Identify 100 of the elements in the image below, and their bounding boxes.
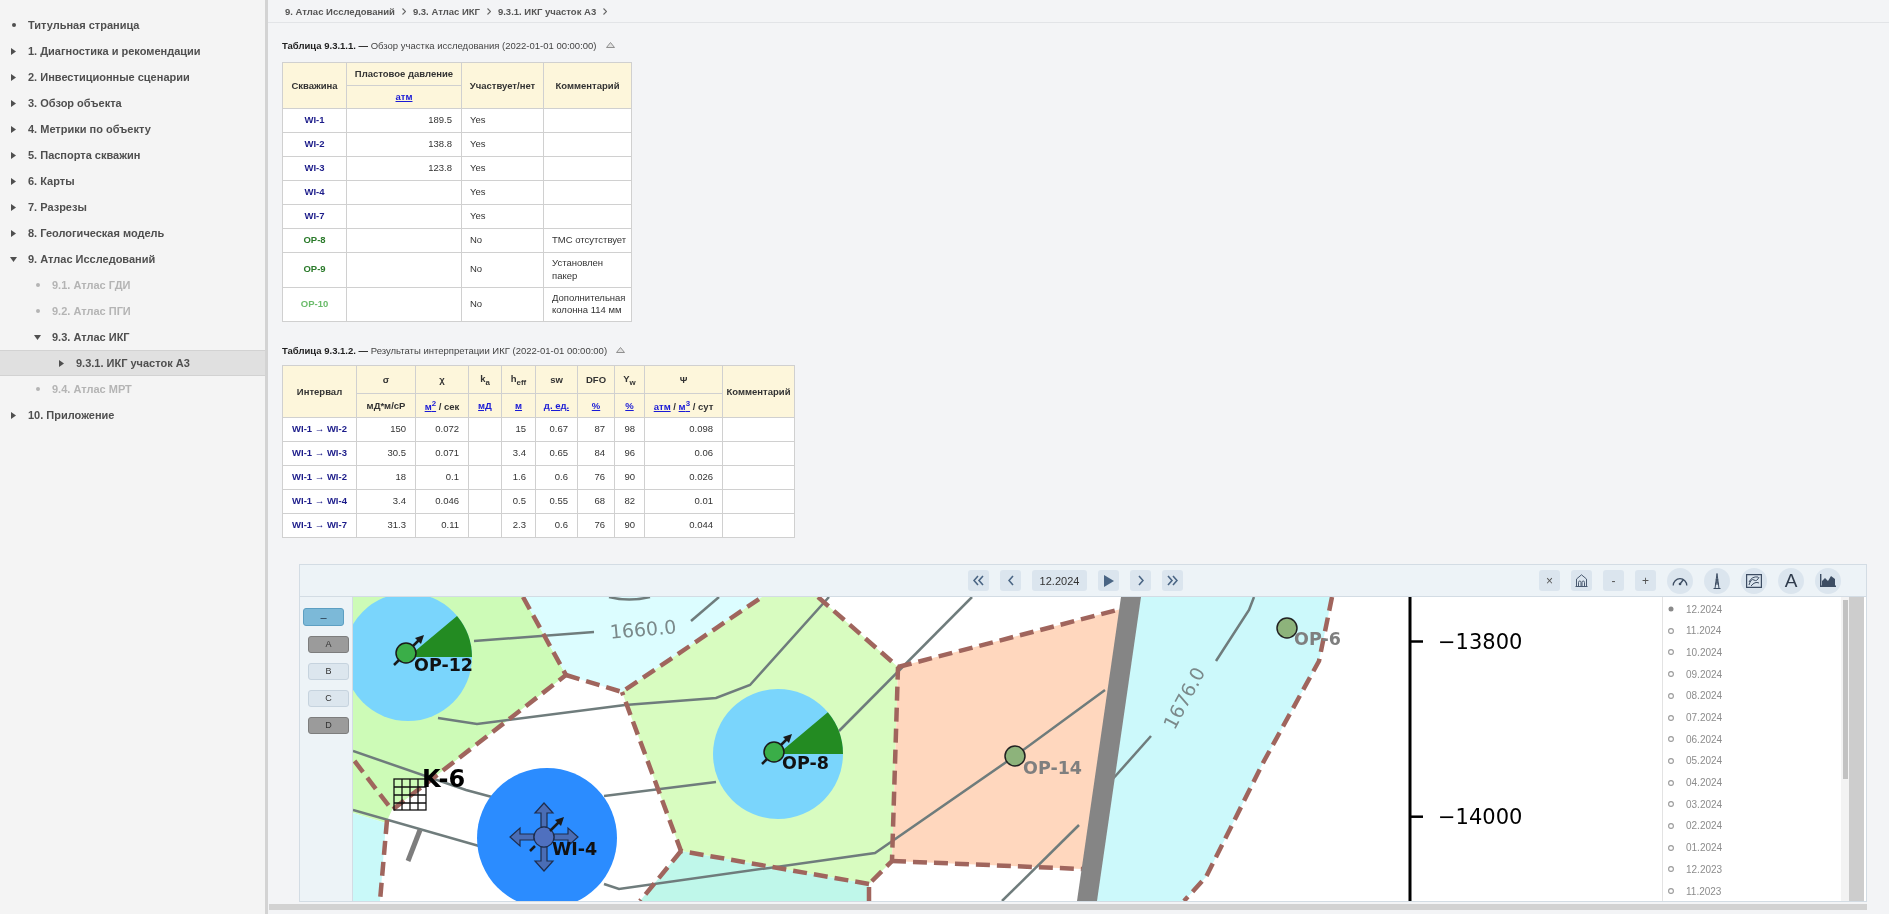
caret-up-icon[interactable] [605, 42, 615, 48]
date-field[interactable]: 12.2024 [1032, 570, 1087, 592]
scrollbar-thumb[interactable] [1843, 600, 1848, 780]
axis-tick-label: −14000 [1438, 804, 1523, 829]
date-item[interactable]: 07.2024 [1663, 706, 1841, 729]
unit-link[interactable]: % [625, 400, 634, 412]
layer-button[interactable]: C [308, 690, 349, 708]
text-style-button[interactable]: A [1778, 567, 1804, 594]
date-item[interactable]: 06.2024 [1663, 728, 1841, 751]
unit-label: / сек [437, 401, 460, 413]
building-button[interactable] [1571, 570, 1592, 592]
column-header: χ [415, 365, 469, 394]
caret-right-icon[interactable] [11, 177, 16, 185]
sidebar-item[interactable]: 3. Обзор объекта [0, 90, 265, 116]
zoom-in-button[interactable]: + [1635, 570, 1656, 592]
date-item[interactable]: 10.2024 [1663, 641, 1841, 664]
layer-button[interactable]: B [308, 663, 349, 681]
unit-link[interactable]: м$^{2}$ [424, 401, 437, 413]
table-cell: 0.072 [415, 417, 469, 442]
sidebar-item[interactable]: 9. Атлас Исследований [0, 246, 265, 272]
sidebar-item[interactable]: 9.3. Атлас ИКГ [0, 324, 265, 350]
map-button[interactable] [1741, 567, 1767, 594]
sidebar-item[interactable]: 1. Диагностика и рекомендации [0, 38, 265, 64]
date-item[interactable]: 12.2023 [1663, 858, 1841, 881]
breadcrumb-link[interactable]: 9.3.1. ИКГ участок А3 [497, 5, 597, 17]
sidebar-item[interactable]: 2. Инвестиционные сценарии [0, 64, 265, 90]
table-cell: 123.8 [346, 156, 462, 181]
sidebar-item[interactable]: 8. Геологическая модель [0, 220, 265, 246]
breadcrumb-link[interactable]: 9.3. Атлас ИКГ [412, 5, 480, 17]
caret-right-icon[interactable] [11, 151, 16, 159]
tower-button[interactable] [1704, 567, 1730, 594]
date-item[interactable]: 09.2024 [1663, 663, 1841, 685]
table-cell: 82 [614, 489, 645, 514]
gauge-button[interactable] [1667, 567, 1693, 594]
date-item[interactable]: 03.2024 [1663, 793, 1841, 816]
table-cell: 84 [577, 441, 615, 466]
column-header: sw [535, 365, 578, 394]
unit-link[interactable]: атм [653, 401, 671, 413]
column-header: Комментарий [722, 365, 795, 418]
sidebar-item[interactable]: 4. Метрики по объекту [0, 116, 265, 142]
unit-link[interactable]: % [591, 400, 601, 412]
date-item[interactable]: 08.2024 [1663, 685, 1841, 707]
well-name: OP-8 [282, 228, 347, 253]
caret-down-icon[interactable] [34, 334, 41, 340]
caret-right-icon[interactable] [11, 99, 16, 107]
layer-button[interactable]: D [308, 717, 349, 735]
date-item[interactable]: 12.2024 [1663, 598, 1841, 620]
table-cell: 0.044 [644, 513, 723, 538]
sidebar-item[interactable]: 6. Карты [0, 168, 265, 194]
unit-link[interactable]: м$^{3}$ [678, 401, 691, 413]
interval-name: WI-1 → WI-7 [282, 513, 357, 538]
date-item[interactable]: 01.2024 [1663, 836, 1841, 859]
scrollbar-track[interactable] [1841, 597, 1849, 902]
sidebar-item[interactable]: 9.3.1. ИКГ участок А3 [0, 350, 265, 376]
last-button[interactable] [1162, 570, 1183, 592]
table-cell: 0.071 [415, 441, 469, 466]
date-item[interactable]: 02.2024 [1663, 815, 1841, 837]
sidebar-item[interactable]: 7. Разрезы [0, 194, 265, 220]
previous-button[interactable] [1000, 570, 1021, 592]
date-item[interactable]: 11.2023 [1663, 880, 1841, 902]
next-button[interactable] [1130, 570, 1151, 592]
close-button[interactable]: × [1539, 570, 1560, 592]
zoom-out-button[interactable]: - [1603, 570, 1624, 592]
date-item[interactable]: 11.2024 [1663, 619, 1841, 642]
date-item[interactable]: 05.2024 [1663, 750, 1841, 772]
caret-right-icon[interactable] [11, 203, 16, 211]
collapse-button[interactable]: – [303, 608, 344, 627]
unit-link[interactable]: м [515, 400, 522, 412]
unit-link[interactable]: д. ед. [543, 400, 570, 412]
caret-up-icon[interactable] [616, 347, 626, 354]
building-icon [1575, 574, 1588, 588]
caret-right-icon[interactable] [59, 359, 64, 367]
column-header: Интервал [282, 365, 357, 418]
breadcrumb-link[interactable]: 9. Атлас Исследований [285, 5, 395, 17]
table-cell: Установлен пакер [543, 252, 632, 288]
table-cell: 0.01 [644, 489, 723, 514]
chart-button[interactable] [1815, 567, 1841, 594]
table-cell: 138.8 [346, 132, 462, 157]
sidebar-item[interactable]: 10. Приложение [0, 402, 265, 428]
caret-right-icon[interactable] [11, 125, 16, 133]
layer-button[interactable]: A [308, 636, 349, 654]
sidebar-item[interactable]: 5. Паспорта скважин [0, 142, 265, 168]
table-cell: 0.026 [644, 465, 723, 490]
caret-down-icon[interactable] [10, 256, 17, 262]
caret-right-icon[interactable] [11, 229, 16, 237]
sidebar-item[interactable]: Титульная страница [0, 12, 265, 38]
scrollbar-track[interactable] [1849, 597, 1864, 902]
well-name: WI-1 [282, 108, 347, 133]
well-name: OP-9 [282, 252, 347, 288]
date-item[interactable]: 04.2024 [1663, 771, 1841, 794]
caret-right-icon[interactable] [11, 411, 16, 419]
play-button[interactable] [1098, 570, 1119, 592]
unit-link[interactable]: мД [478, 400, 492, 412]
map-icon [1746, 573, 1762, 588]
caret-right-icon[interactable] [11, 47, 16, 55]
horizontal-scrollbar[interactable] [269, 904, 1867, 911]
bullet-icon [35, 283, 40, 287]
caret-right-icon[interactable] [11, 73, 16, 81]
unit-link[interactable]: атм [395, 91, 413, 103]
first-button[interactable] [968, 570, 989, 592]
